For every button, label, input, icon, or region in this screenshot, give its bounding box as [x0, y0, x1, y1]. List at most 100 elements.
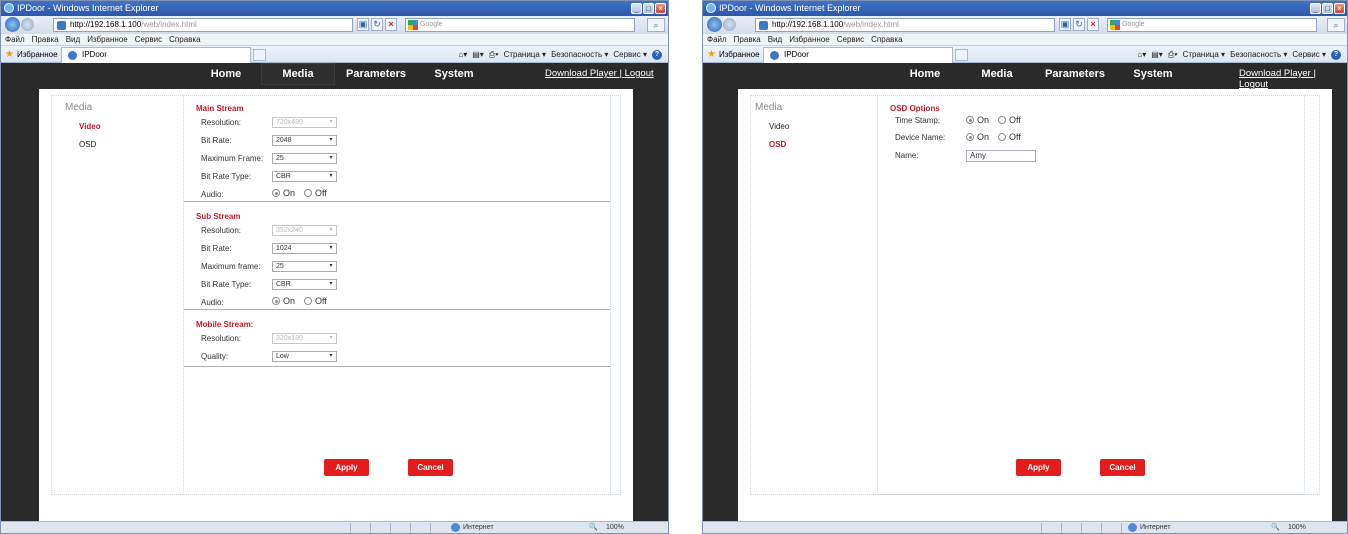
- menu-favorites[interactable]: Избранное: [789, 34, 830, 45]
- menu-view[interactable]: Вид: [768, 34, 782, 45]
- help-icon[interactable]: ?: [1331, 49, 1341, 60]
- status-divider: [430, 523, 431, 533]
- sub-audio-on-radio[interactable]: [272, 297, 280, 305]
- main-bitrate-type-select[interactable]: CBR ▾: [272, 171, 337, 182]
- apply-button[interactable]: Apply: [324, 459, 369, 476]
- sub-maxframe-select[interactable]: 25 ▾: [272, 261, 337, 272]
- close-button[interactable]: ×: [655, 3, 666, 14]
- forward-icon[interactable]: [723, 18, 736, 31]
- feeds-icon[interactable]: ▤▾: [472, 49, 484, 60]
- search-icon[interactable]: ⌕: [647, 18, 665, 32]
- print-icon[interactable]: ⎙▾: [489, 49, 499, 60]
- menu-edit[interactable]: Правка: [734, 34, 761, 45]
- download-player-text[interactable]: Download Player: [1239, 68, 1311, 79]
- favorites-button[interactable]: ★ Избранное: [707, 49, 760, 60]
- compat-icon[interactable]: ▣: [357, 18, 369, 31]
- address-bar[interactable]: http://192.168.1.100/web/index.html: [53, 18, 353, 32]
- sidebar-item-osd[interactable]: OSD: [769, 140, 786, 149]
- home-icon[interactable]: ⌂▾: [458, 49, 467, 60]
- stop-icon[interactable]: ×: [385, 18, 397, 31]
- main-resolution-select[interactable]: 720x480 ▾: [272, 117, 337, 128]
- menu-view[interactable]: Вид: [66, 34, 80, 45]
- menu-edit[interactable]: Правка: [32, 34, 59, 45]
- logout-link[interactable]: Logout: [625, 68, 654, 79]
- forward-icon[interactable]: [21, 18, 34, 31]
- zoom-icon[interactable]: 🔍: [1271, 522, 1280, 533]
- close-button[interactable]: ×: [1334, 3, 1345, 14]
- menu-file[interactable]: Файл: [5, 34, 25, 45]
- menu-tools[interactable]: Сервис: [135, 34, 162, 45]
- sub-bitrate-type-select[interactable]: CBR ▾: [272, 279, 337, 290]
- menu-help[interactable]: Справка: [169, 34, 200, 45]
- status-bar: Интернет 🔍 100%: [1, 521, 668, 533]
- mobile-resolution-select[interactable]: 320x180 ▾: [272, 333, 337, 344]
- sub-resolution-select[interactable]: 352x240 ▾: [272, 225, 337, 236]
- menu-tools[interactable]: Сервис: [837, 34, 864, 45]
- search-icon[interactable]: ⌕: [1327, 18, 1345, 32]
- help-icon[interactable]: ?: [652, 49, 662, 60]
- tab-ipdoor[interactable]: IPDoor: [61, 47, 251, 63]
- device-name-on-radio[interactable]: [966, 133, 974, 141]
- nav-system[interactable]: System: [1116, 63, 1190, 85]
- stop-icon[interactable]: ×: [1087, 18, 1099, 31]
- cmd-tools[interactable]: Сервис ▾: [613, 49, 647, 60]
- sidebar-item-video[interactable]: Video: [769, 122, 789, 131]
- sidebar-item-video[interactable]: Video: [79, 122, 101, 131]
- cancel-button[interactable]: Cancel: [408, 459, 453, 476]
- zoom-icon[interactable]: 🔍: [589, 522, 598, 533]
- cmd-security[interactable]: Безопасность ▾: [1230, 49, 1287, 60]
- home-icon[interactable]: ⌂▾: [1137, 49, 1146, 60]
- maximize-button[interactable]: □: [643, 3, 654, 14]
- minimize-button[interactable]: _: [631, 3, 642, 14]
- new-tab-button[interactable]: [955, 49, 968, 61]
- status-divider: [390, 523, 391, 533]
- name-input[interactable]: Amy: [966, 150, 1036, 162]
- print-icon[interactable]: ⎙▾: [1168, 49, 1178, 60]
- search-input[interactable]: Google: [1107, 18, 1317, 32]
- mobile-quality-select[interactable]: Low ▾: [272, 351, 337, 362]
- main-maxframe-select[interactable]: 25 ▾: [272, 153, 337, 164]
- nav-parameters[interactable]: Parameters: [1034, 63, 1116, 85]
- menu-favorites[interactable]: Избранное: [87, 34, 128, 45]
- address-bar[interactable]: http://192.168.1.100/web/index.html: [755, 18, 1055, 32]
- download-player-text[interactable]: Download Player: [545, 68, 617, 79]
- apply-button[interactable]: Apply: [1016, 459, 1061, 476]
- search-input[interactable]: Google: [405, 18, 635, 32]
- feeds-icon[interactable]: ▤▾: [1151, 49, 1163, 60]
- maximize-button[interactable]: □: [1322, 3, 1333, 14]
- timestamp-off-radio[interactable]: [998, 116, 1007, 124]
- main-audio-on-radio[interactable]: [272, 189, 280, 197]
- cmd-page[interactable]: Страница ▾: [1183, 49, 1226, 60]
- favorites-button[interactable]: ★ Избранное: [5, 49, 58, 60]
- minimize-button[interactable]: _: [1310, 3, 1321, 14]
- timestamp-on-radio[interactable]: [966, 116, 974, 124]
- main-bitrate-select[interactable]: 2048 ▾: [272, 135, 337, 146]
- nav-media[interactable]: Media: [261, 63, 335, 85]
- sub-bitrate-select[interactable]: 1024 ▾: [272, 243, 337, 254]
- menu-help[interactable]: Справка: [871, 34, 902, 45]
- sub-audio-off-radio[interactable]: [304, 297, 313, 305]
- refresh-icon[interactable]: ↻: [371, 18, 383, 31]
- nav-system[interactable]: System: [417, 63, 491, 85]
- back-icon[interactable]: [707, 17, 722, 32]
- tab-ipdoor[interactable]: IPDoor: [763, 47, 953, 63]
- refresh-icon[interactable]: ↻: [1073, 18, 1085, 31]
- cmd-security[interactable]: Безопасность ▾: [551, 49, 608, 60]
- device-name-off-radio[interactable]: [998, 133, 1007, 141]
- nav-media[interactable]: Media: [960, 63, 1034, 85]
- zoom-level[interactable]: 100%: [1288, 522, 1306, 533]
- sidebar-item-osd[interactable]: OSD: [79, 140, 96, 149]
- back-icon[interactable]: [5, 17, 20, 32]
- nav-parameters[interactable]: Parameters: [335, 63, 417, 85]
- nav-home[interactable]: Home: [890, 63, 960, 85]
- nav-home[interactable]: Home: [191, 63, 261, 85]
- main-audio-off-radio[interactable]: [304, 189, 313, 197]
- menu-file[interactable]: Файл: [707, 34, 727, 45]
- zoom-level[interactable]: 100%: [606, 522, 624, 533]
- radio-on-label: On: [977, 115, 990, 125]
- cmd-page[interactable]: Страница ▾: [504, 49, 547, 60]
- cmd-tools[interactable]: Сервис ▾: [1292, 49, 1326, 60]
- compat-icon[interactable]: ▣: [1059, 18, 1071, 31]
- cancel-button[interactable]: Cancel: [1100, 459, 1145, 476]
- new-tab-button[interactable]: [253, 49, 266, 61]
